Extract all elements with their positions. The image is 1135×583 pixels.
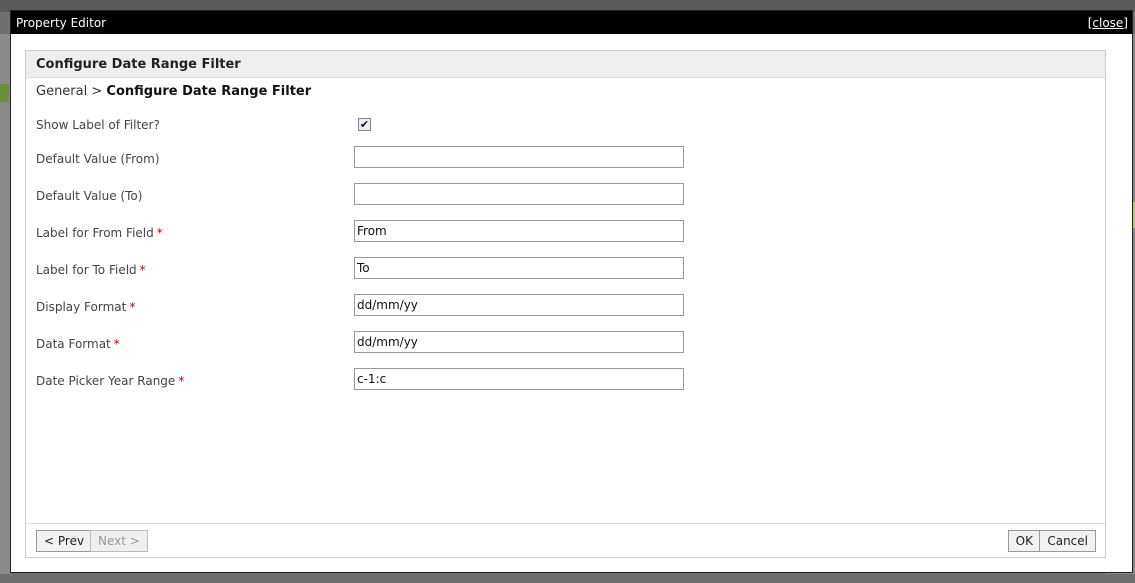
field-label-from-label: Label for From Field * — [36, 225, 163, 241]
field-row-default-to: Default Value (To) — [36, 183, 736, 212]
to-label-input[interactable] — [354, 257, 684, 279]
required-marker: * — [156, 226, 163, 240]
field-row-default-from: Default Value (From) — [36, 146, 736, 175]
field-label-text: Date Picker Year Range — [36, 374, 176, 388]
configure-panel: Configure Date Range Filter General > Co… — [25, 50, 1106, 558]
field-label-text: Label for From Field — [36, 226, 154, 240]
cancel-button[interactable]: Cancel — [1039, 530, 1096, 552]
field-label-to-label: Label for To Field * — [36, 262, 146, 278]
data-format-input[interactable] — [354, 331, 684, 353]
breadcrumb-current: Configure Date Range Filter — [106, 84, 312, 99]
show-label-checkbox[interactable]: ✔ — [358, 118, 371, 131]
panel-title: Configure Date Range Filter — [26, 51, 1105, 78]
field-row-show-label: Show Label of Filter? ✔ — [36, 117, 736, 141]
dialog-titlebar: Property Editor [close] — [11, 11, 1132, 34]
close-link[interactable]: [close] — [1088, 16, 1128, 30]
ok-button[interactable]: OK — [1007, 530, 1041, 552]
required-marker: * — [178, 374, 185, 388]
field-label-default-to: Default Value (To) — [36, 189, 143, 203]
background-green-tab — [0, 84, 9, 102]
next-button[interactable]: Next > — [90, 530, 148, 552]
breadcrumb-parent[interactable]: General — [36, 84, 87, 99]
required-marker: * — [139, 263, 146, 277]
dialog-footer: < Prev Next > OK Cancel — [26, 523, 1105, 557]
field-label-year-range: Date Picker Year Range * — [36, 373, 184, 389]
prev-button[interactable]: < Prev — [36, 530, 93, 552]
year-range-input[interactable] — [354, 368, 684, 390]
field-label-display-format: Display Format * — [36, 299, 135, 315]
field-label-text: Display Format — [36, 300, 127, 314]
field-row-data-format: Data Format * — [36, 331, 736, 360]
field-row-year-range: Date Picker Year Range * — [36, 368, 736, 397]
field-row-to-label: Label for To Field * — [36, 257, 736, 286]
default-to-input[interactable] — [354, 183, 684, 205]
field-row-from-label: Label for From Field * — [36, 220, 736, 249]
default-from-input[interactable] — [354, 146, 684, 168]
required-marker: * — [129, 300, 136, 314]
field-label-show-label: Show Label of Filter? — [36, 118, 160, 132]
required-marker: * — [113, 337, 120, 351]
property-editor-dialog: Property Editor [close] Configure Date R… — [10, 10, 1133, 573]
dialog-title: Property Editor — [16, 15, 107, 30]
field-label-default-from: Default Value (From) — [36, 152, 160, 166]
from-label-input[interactable] — [354, 220, 684, 242]
display-format-input[interactable] — [354, 294, 684, 316]
field-label-data-format: Data Format * — [36, 336, 120, 352]
field-row-display-format: Display Format * — [36, 294, 736, 323]
background-page-left — [0, 34, 10, 574]
field-label-text: Label for To Field — [36, 263, 137, 277]
breadcrumb-separator: > — [91, 84, 103, 99]
breadcrumb: General > Configure Date Range Filter — [26, 78, 1105, 104]
field-label-text: Data Format — [36, 337, 111, 351]
